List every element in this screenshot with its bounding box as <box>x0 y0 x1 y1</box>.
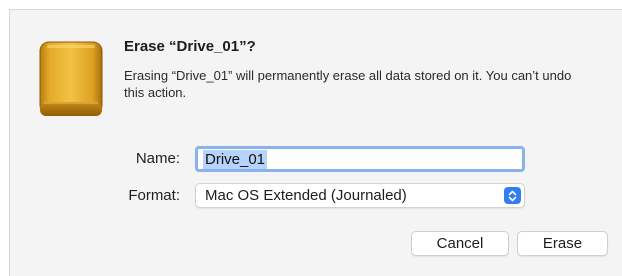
dialog-title: Erase “Drive_01”? <box>124 38 256 55</box>
erase-dialog: Erase “Drive_01”? Erasing “Drive_01” wil… <box>9 9 622 276</box>
chevron-updown-icon <box>504 187 521 204</box>
name-label: Name: <box>135 150 180 167</box>
format-label: Format: <box>128 187 180 204</box>
cancel-button[interactable]: Cancel <box>411 231 509 256</box>
external-drive-icon <box>36 40 106 122</box>
dialog-message: Erasing “Drive_01” will permanently eras… <box>124 68 572 100</box>
format-selected-value: Mac OS Extended (Journaled) <box>205 187 407 204</box>
format-select[interactable]: Mac OS Extended (Journaled) <box>195 183 525 208</box>
name-field-value: Drive_01 <box>203 149 268 169</box>
erase-button[interactable]: Erase <box>517 231 608 256</box>
name-field[interactable]: Drive_01 <box>195 146 525 172</box>
